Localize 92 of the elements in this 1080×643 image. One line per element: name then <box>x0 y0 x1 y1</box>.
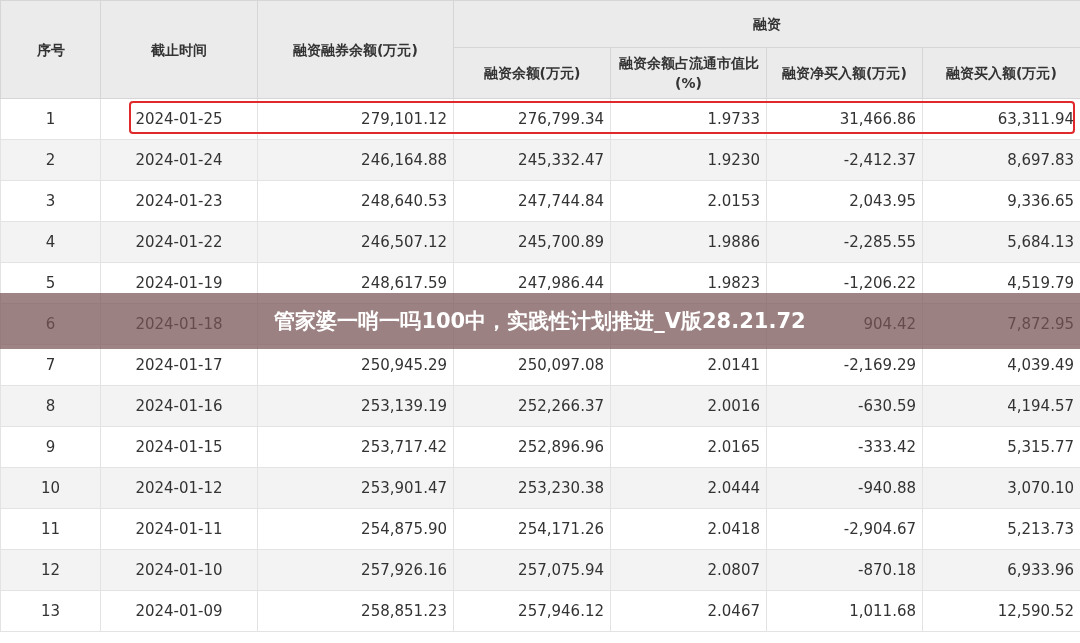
table-cell: 2024-01-22 <box>135 233 223 251</box>
table-cell: -2,285.55 <box>843 233 916 251</box>
column-header: 融资余额占流通市值比(%) <box>610 47 767 99</box>
column-header: 融资净买入额(万元) <box>766 47 923 99</box>
table-cell: 252,266.37 <box>518 397 604 415</box>
table-cell: -870.18 <box>858 561 916 579</box>
table-cell: 250,097.08 <box>518 356 604 374</box>
table-cell: 248,640.53 <box>361 192 447 210</box>
table-cell: 2.0165 <box>707 438 760 456</box>
table-cell: 2.0444 <box>707 479 760 497</box>
table-cell: 2024-01-23 <box>135 192 223 210</box>
table-cell: 2024-01-24 <box>135 151 223 169</box>
table-cell: 245,700.89 <box>518 233 604 251</box>
table-cell: 247,986.44 <box>518 274 604 292</box>
table-cell: 253,717.42 <box>361 438 447 456</box>
table-cell: -333.42 <box>858 438 916 456</box>
table-cell: 2024-01-15 <box>135 438 223 456</box>
table-cell: 5,684.13 <box>1007 233 1074 251</box>
column-header: 融资融券余额(万元) <box>257 0 454 99</box>
table-cell: 257,946.12 <box>518 602 604 620</box>
group-header: 融资 <box>453 0 1080 48</box>
table-cell: 4,194.57 <box>1007 397 1074 415</box>
table-cell: 2024-01-19 <box>135 274 223 292</box>
table-cell: 279,101.12 <box>361 110 447 128</box>
table-cell: 248,617.59 <box>361 274 447 292</box>
table-cell: 2024-01-25 <box>135 110 223 128</box>
table-cell: 258,851.23 <box>361 602 447 620</box>
table-cell: 253,230.38 <box>518 479 604 497</box>
table-cell: -2,904.67 <box>843 520 916 538</box>
table-cell: 246,164.88 <box>361 151 447 169</box>
column-header: 融资买入额(万元) <box>922 47 1080 99</box>
table-cell: 2024-01-11 <box>135 520 223 538</box>
table-cell: 3,070.10 <box>1007 479 1074 497</box>
table-cell: -1,206.22 <box>843 274 916 292</box>
table-cell: 253,901.47 <box>361 479 447 497</box>
table-cell: 4,519.79 <box>1007 274 1074 292</box>
table-cell: 9 <box>45 438 56 456</box>
column-header: 融资余额(万元) <box>453 47 611 99</box>
table-cell: 4 <box>45 233 56 251</box>
table-cell: 2024-01-16 <box>135 397 223 415</box>
table-cell: 5 <box>45 274 56 292</box>
table-cell: 4,039.49 <box>1007 356 1074 374</box>
table-cell: 1.9823 <box>707 274 760 292</box>
table-cell: 2.0418 <box>707 520 760 538</box>
table-cell: 246,507.12 <box>361 233 447 251</box>
table-cell: 250,945.29 <box>361 356 447 374</box>
table-cell: 9,336.65 <box>1007 192 1074 210</box>
table-cell: 1.9733 <box>707 110 760 128</box>
table-cell: -2,169.29 <box>843 356 916 374</box>
table-cell: 2.0141 <box>707 356 760 374</box>
table-cell: 10 <box>40 479 61 497</box>
table-cell: 2.0467 <box>707 602 760 620</box>
table-cell: 5,315.77 <box>1007 438 1074 456</box>
table-cell: 13 <box>40 602 61 620</box>
table-cell: 8,697.83 <box>1007 151 1074 169</box>
table-cell: 8 <box>45 397 56 415</box>
table-cell: 2.0153 <box>707 192 760 210</box>
table-cell: 2,043.95 <box>849 192 916 210</box>
table-cell: 3 <box>45 192 56 210</box>
table-cell: 2024-01-12 <box>135 479 223 497</box>
table-cell: 2.0807 <box>707 561 760 579</box>
table-cell: 11 <box>40 520 61 538</box>
table-cell: 1.9886 <box>707 233 760 251</box>
column-header: 截止时间 <box>100 0 258 99</box>
table-cell: 6,933.96 <box>1007 561 1074 579</box>
table-cell: 247,744.84 <box>518 192 604 210</box>
table-cell: 5,213.73 <box>1007 520 1074 538</box>
table-cell: 253,139.19 <box>361 397 447 415</box>
table-cell: 31,466.86 <box>839 110 916 128</box>
table-cell: 2024-01-10 <box>135 561 223 579</box>
table-cell: 254,171.26 <box>518 520 604 538</box>
column-header: 序号 <box>0 0 101 99</box>
table-cell: 12,590.52 <box>997 602 1074 620</box>
table-cell: -2,412.37 <box>843 151 916 169</box>
table-cell: 63,311.94 <box>997 110 1074 128</box>
table-cell: 276,799.34 <box>518 110 604 128</box>
table-cell: 2024-01-09 <box>135 602 223 620</box>
table-cell: 254,875.90 <box>361 520 447 538</box>
table-cell: 257,075.94 <box>518 561 604 579</box>
table-cell: 7 <box>45 356 56 374</box>
table-cell: 2.0016 <box>707 397 760 415</box>
table-cell: 245,332.47 <box>518 151 604 169</box>
table-cell: 1.9230 <box>707 151 760 169</box>
table-cell: 252,896.96 <box>518 438 604 456</box>
table-cell: 257,926.16 <box>361 561 447 579</box>
table-cell: 1,011.68 <box>849 602 916 620</box>
table-cell: 1 <box>45 110 56 128</box>
table-cell: -630.59 <box>858 397 916 415</box>
table-cell: -940.88 <box>858 479 916 497</box>
table-cell: 2 <box>45 151 56 169</box>
table-cell: 2024-01-17 <box>135 356 223 374</box>
table-cell: 12 <box>40 561 61 579</box>
